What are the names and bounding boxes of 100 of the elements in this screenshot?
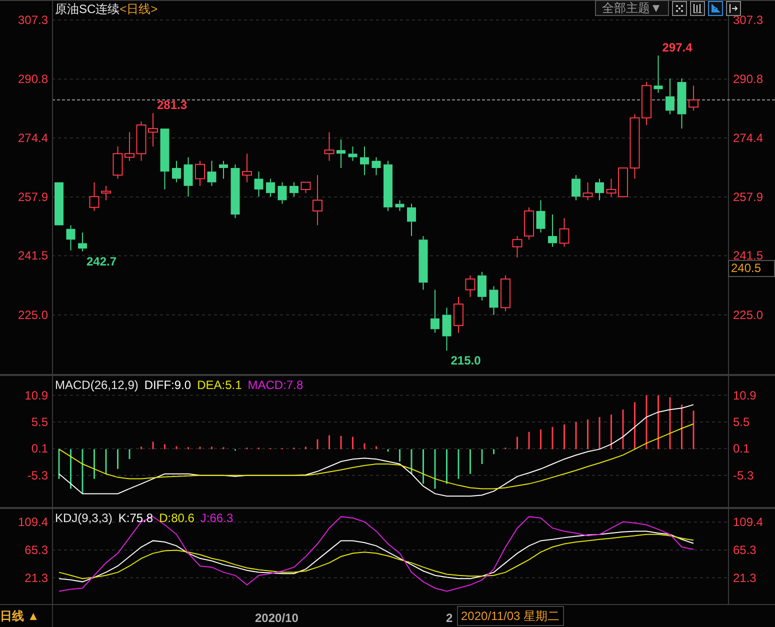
candlestick — [101, 185, 111, 201]
indicator-value: DIFF:9.0 — [144, 377, 192, 393]
candlestick — [642, 82, 652, 126]
period-selector[interactable]: 日线 ▲ — [0, 607, 52, 625]
candlestick — [500, 274, 510, 312]
candlestick — [112, 146, 123, 180]
candlestick — [442, 307, 452, 352]
candlestick — [54, 182, 64, 226]
candlestick — [160, 128, 170, 190]
candlestick — [312, 174, 322, 226]
axis-label: 225.0 — [18, 308, 48, 322]
indicator-name: KDJ(9,3,3) — [55, 510, 112, 526]
candlestick — [278, 182, 287, 204]
price-annotation: 242.7 — [86, 254, 117, 268]
candlestick — [430, 289, 440, 334]
chart-icon[interactable] — [708, 0, 723, 16]
price-marker: 240.5 — [728, 260, 775, 277]
candlestick — [630, 114, 640, 180]
axis-label: 257.9 — [733, 190, 764, 204]
candlestick — [300, 182, 311, 194]
axis-label: 290.8 — [733, 72, 764, 86]
candlestick — [418, 236, 428, 290]
indicator-value: MACD:7.8 — [248, 377, 304, 393]
axis-label: -5.3 — [733, 468, 754, 482]
candlestick — [254, 171, 264, 198]
candlestick — [548, 214, 557, 248]
candlestick — [290, 182, 298, 198]
axis-label: 10.9 — [733, 388, 756, 402]
candlestick — [219, 160, 228, 180]
axis-label: 10.9 — [24, 388, 48, 402]
candlestick — [606, 178, 616, 198]
candlestick — [512, 236, 522, 258]
candlestick — [618, 167, 628, 198]
candlestick — [407, 203, 416, 237]
candlestick — [195, 160, 205, 186]
price-annotation: 215.0 — [450, 354, 481, 368]
export-icon[interactable] — [726, 0, 741, 16]
axis-label: 5.5 — [733, 414, 750, 429]
candlestick — [136, 120, 146, 162]
candlestick — [478, 271, 486, 301]
axis-label: 21.3 — [24, 570, 48, 585]
candlestick — [348, 146, 358, 162]
candlestick — [582, 182, 593, 201]
axis-label: 307.3 — [18, 13, 48, 28]
period-label: <日线> — [120, 1, 158, 17]
indicator-value: K:75.8 — [118, 510, 154, 526]
candlestick — [666, 78, 674, 115]
date-tick: 2 — [446, 610, 453, 627]
axis-label: 5.5 — [31, 414, 48, 429]
candlestick — [124, 132, 134, 162]
candlestick — [172, 160, 181, 183]
date-tick: 2020/10 — [255, 610, 298, 627]
candlestick — [384, 160, 392, 212]
axis-label: 274.4 — [18, 130, 48, 145]
candlestick — [454, 296, 464, 334]
candlestick — [489, 286, 498, 316]
axis-label: 0.1 — [31, 442, 48, 456]
axis-label: 225.0 — [733, 308, 764, 322]
chart-title: 原油SC连续 — [55, 1, 120, 17]
candlestick — [372, 156, 381, 176]
indicator-name: MACD(26,12,9) — [55, 377, 138, 393]
axis-label: -5.3 — [27, 468, 48, 482]
candlestick — [266, 178, 275, 198]
price-annotation: 281.3 — [157, 98, 188, 112]
candlestick — [654, 55, 663, 94]
candlestick — [148, 112, 158, 147]
axis-label: 65.3 — [733, 543, 756, 557]
price-annotation: 297.4 — [662, 40, 692, 55]
candlestick — [66, 224, 76, 251]
axis-label: 241.5 — [18, 248, 48, 263]
candlestick — [78, 232, 87, 252]
axis-label: 290.8 — [18, 72, 48, 86]
candle-icon[interactable] — [690, 0, 705, 16]
candlestick — [207, 160, 216, 186]
axis-label: 307.3 — [733, 13, 764, 28]
candlestick — [559, 218, 570, 248]
candlestick — [336, 138, 346, 168]
axis-label: 109.4 — [733, 515, 764, 530]
axis-label: 257.9 — [18, 190, 48, 204]
candlestick — [688, 85, 698, 112]
axis-label: 241.5 — [733, 248, 764, 263]
candlestick — [324, 132, 334, 162]
candlestick — [360, 146, 369, 176]
indicator-value: DEA:5.1 — [197, 377, 242, 393]
indicator-value: D:80.6 — [159, 510, 194, 526]
axis-label: 65.3 — [24, 543, 48, 557]
candlestick — [395, 200, 404, 212]
candlestick — [595, 178, 604, 201]
cursor-date: 2020/11/03 星期二 — [457, 606, 564, 626]
theme-dropdown[interactable]: 全部主题▼ — [595, 0, 669, 16]
candlestick — [89, 182, 100, 212]
axis-label: 109.4 — [18, 515, 48, 530]
candlestick — [184, 156, 193, 198]
candlestick — [242, 153, 252, 183]
candlestick — [572, 174, 580, 201]
indicator-value: J:66.3 — [200, 510, 234, 526]
candlestick — [524, 206, 534, 240]
grid-icon[interactable] — [672, 0, 687, 16]
candlestick — [677, 78, 686, 130]
axis-label: 21.3 — [733, 570, 756, 585]
